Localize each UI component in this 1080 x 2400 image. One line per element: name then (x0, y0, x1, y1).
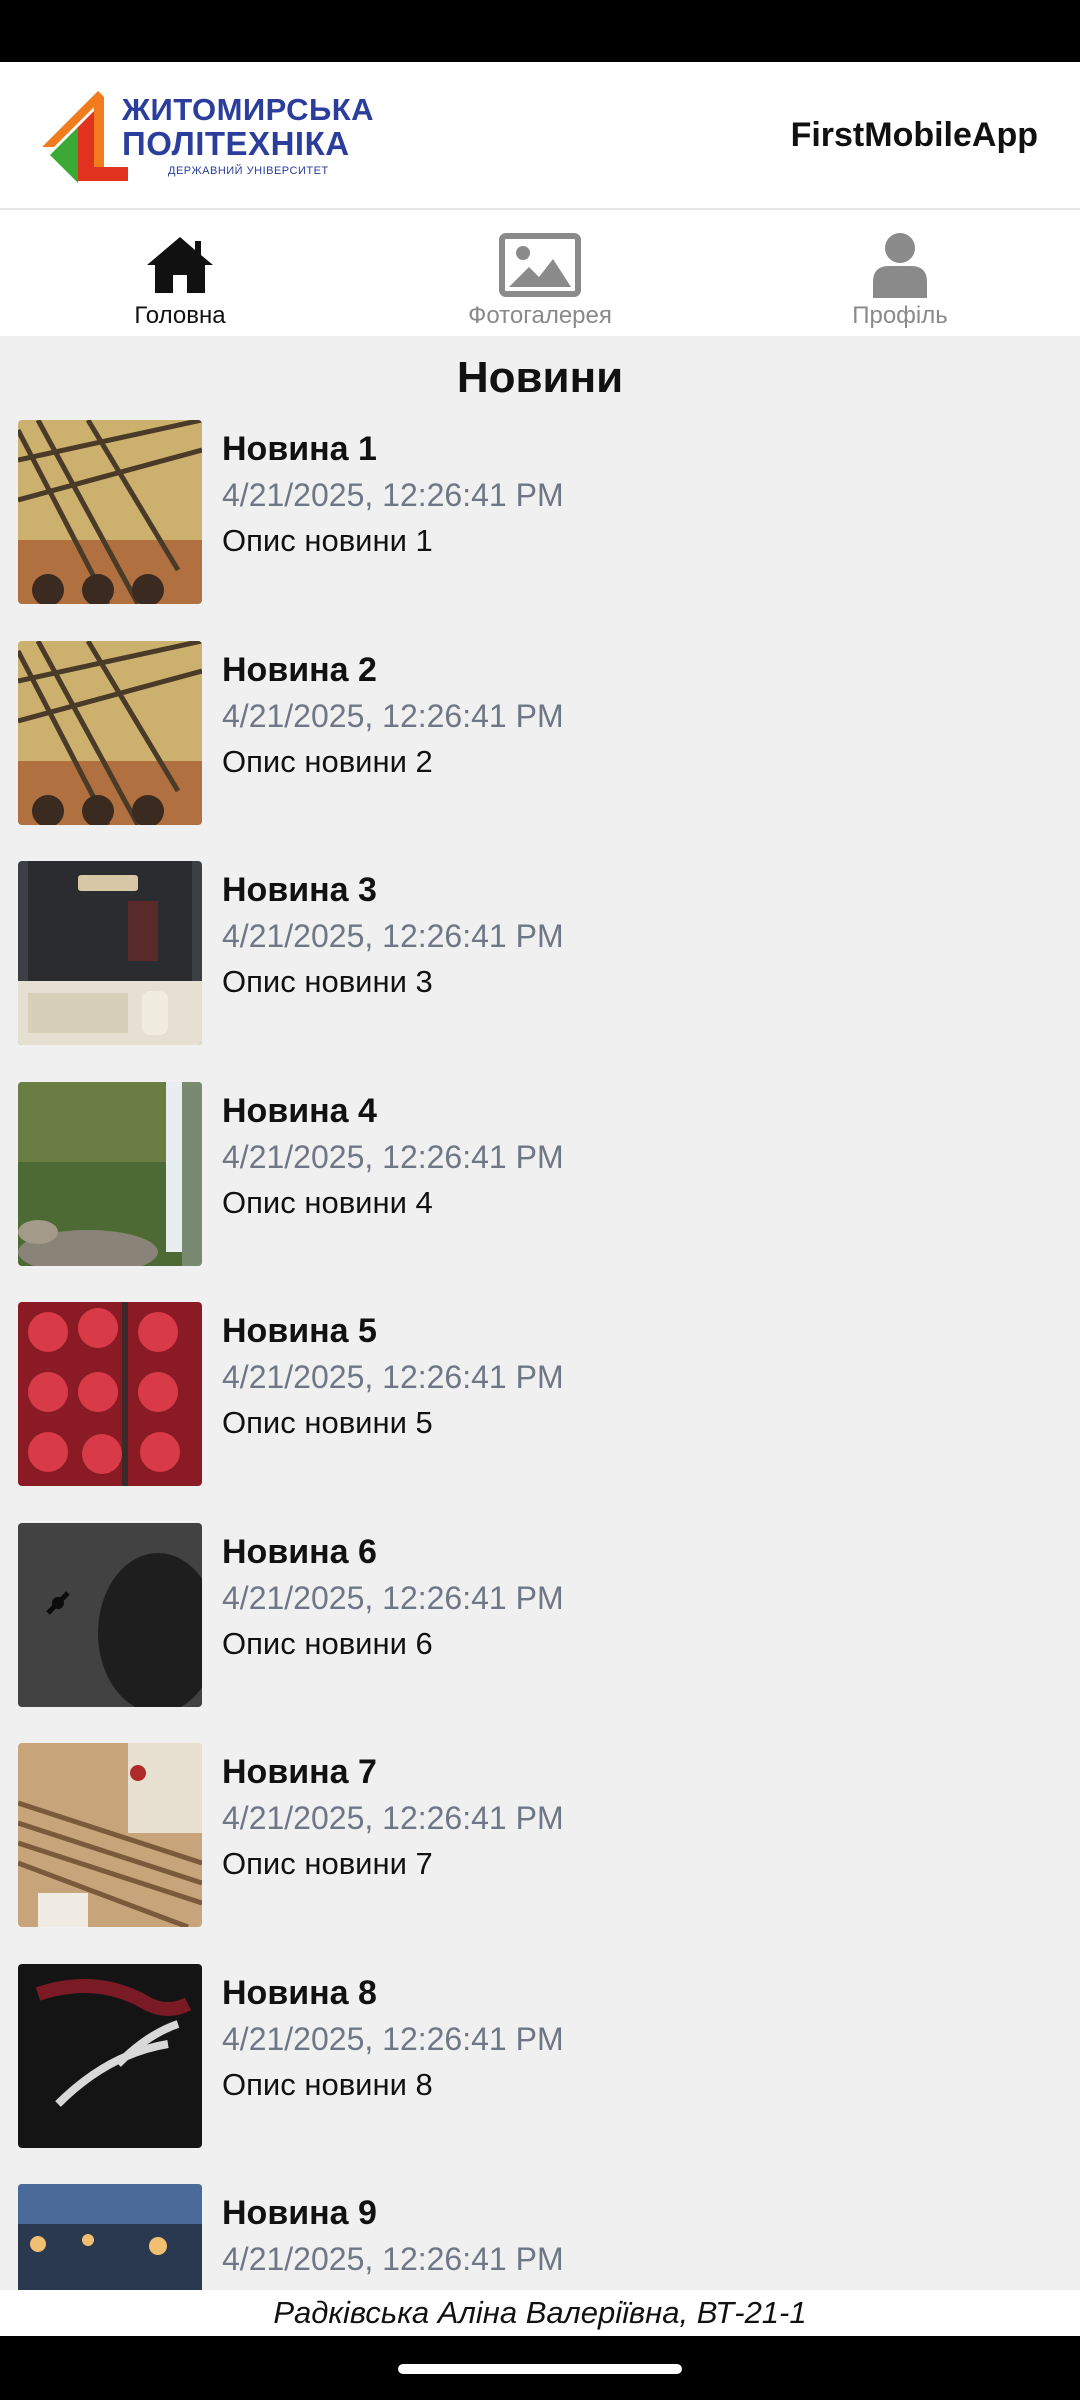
app-header: ЖИТОМИРСЬКА ПОЛІТЕХНІКА ДЕРЖАВНИЙ УНІВЕР… (0, 62, 1080, 210)
logo-text-line1: ЖИТОМИРСЬКА (122, 91, 375, 127)
news-date: 4/21/2025, 12:26:41 PM (222, 1800, 564, 1836)
news-date: 4/21/2025, 12:26:41 PM (222, 697, 564, 734)
university-logo: ЖИТОМИРСЬКА ПОЛІТЕХНІКА ДЕРЖАВНИЙ УНІВЕР… (42, 61, 374, 209)
status-bar (0, 0, 1080, 62)
app-title: FirstMobileApp (790, 115, 1038, 154)
image-icon (499, 233, 581, 297)
news-title: Новина 5 (222, 1312, 377, 1350)
tab-profile-label: Профіль (852, 302, 948, 329)
news-date: 4/21/2025, 12:26:41 PM (222, 1579, 564, 1616)
news-item[interactable]: Новина 7 4/21/2025, 12:26:41 PM Опис нов… (0, 1743, 1080, 1964)
news-title: Новина 8 (222, 1973, 377, 2012)
news-description: Опис новини 8 (222, 2066, 433, 2102)
news-thumbnail (18, 420, 202, 604)
tab-home[interactable]: Головна (0, 210, 360, 336)
logo-text-line2: ПОЛІТЕХНІКА (122, 124, 350, 162)
news-thumbnail (18, 1302, 202, 1486)
news-thumbnail (18, 1081, 202, 1266)
news-description: Опис новини 2 (222, 743, 433, 779)
home-indicator[interactable] (398, 2364, 682, 2374)
person-icon (873, 233, 927, 298)
news-title: Новина 9 (222, 2194, 377, 2232)
tab-gallery[interactable]: Фотогалерея (360, 210, 720, 336)
news-description: Опис новини 4 (222, 1184, 433, 1220)
news-thumbnail (18, 1522, 202, 1707)
news-item[interactable]: Новина 6 4/21/2025, 12:26:41 PM Опис нов… (0, 1522, 1080, 1744)
news-title: Новина 3 (222, 871, 377, 909)
news-item[interactable]: Новина 9 4/21/2025, 12:26:41 PM (0, 2184, 1080, 2290)
news-thumbnail (18, 1963, 202, 2148)
news-title: Новина 1 (222, 430, 377, 468)
news-list[interactable]: Новина 1 4/21/2025, 12:26:41 PM Опис нов… (0, 420, 1080, 2290)
page-title: Новини (456, 353, 624, 402)
news-item[interactable]: Новина 8 4/21/2025, 12:26:41 PM Опис нов… (0, 1963, 1080, 2185)
news-description: Опис новини 3 (222, 964, 433, 999)
news-title: Новина 6 (222, 1532, 377, 1571)
news-screen[interactable]: Новини Новина 1 4/21/2025, 12:26:41 PM О… (0, 336, 1080, 2290)
news-thumbnail (18, 2184, 202, 2290)
news-thumbnail (18, 640, 202, 825)
news-date: 4/21/2025, 12:26:41 PM (222, 477, 564, 513)
news-thumbnail (18, 1743, 202, 1927)
news-item[interactable]: Новина 1 4/21/2025, 12:26:41 PM Опис нов… (0, 420, 1080, 641)
tab-home-label: Головна (134, 302, 226, 329)
news-date: 4/21/2025, 12:26:41 PM (222, 2020, 564, 2057)
news-description: Опис новини 5 (222, 1405, 433, 1440)
tab-profile[interactable]: Профіль (720, 210, 1080, 336)
news-item[interactable]: Новина 4 4/21/2025, 12:26:41 PM Опис нов… (0, 1081, 1080, 1303)
logo-text-line3: ДЕРЖАВНИЙ УНІВЕРСИТЕТ (168, 164, 329, 177)
news-description (222, 2282, 564, 2290)
logo-emblem-icon (42, 91, 128, 183)
top-tab-bar: Головна Фотогалерея Профіль (0, 210, 1080, 336)
news-thumbnail (18, 861, 202, 1045)
news-description: Опис новини 7 (222, 1846, 433, 1881)
news-date: 4/21/2025, 12:26:41 PM (222, 2241, 564, 2277)
news-title: Новина 4 (222, 1091, 377, 1130)
news-title: Новина 2 (222, 650, 377, 689)
news-date: 4/21/2025, 12:26:41 PM (222, 918, 564, 954)
news-date: 4/21/2025, 12:26:41 PM (222, 1138, 564, 1175)
news-item[interactable]: Новина 5 4/21/2025, 12:26:41 PM Опис нов… (0, 1302, 1080, 1523)
news-item[interactable]: Новина 2 4/21/2025, 12:26:41 PM Опис нов… (0, 640, 1080, 862)
news-description: Опис новини 1 (222, 523, 433, 558)
news-item[interactable]: Новина 3 4/21/2025, 12:26:41 PM Опис нов… (0, 861, 1080, 1082)
news-title: Новина 7 (222, 1753, 377, 1791)
home-icon (147, 237, 213, 293)
author-footer: Радківська Аліна Валеріївна, ВТ-21-1 (0, 2290, 1080, 2336)
news-date: 4/21/2025, 12:26:41 PM (222, 1359, 564, 1395)
tab-gallery-label: Фотогалерея (468, 302, 612, 329)
news-description: Опис новини 6 (222, 1625, 433, 1661)
